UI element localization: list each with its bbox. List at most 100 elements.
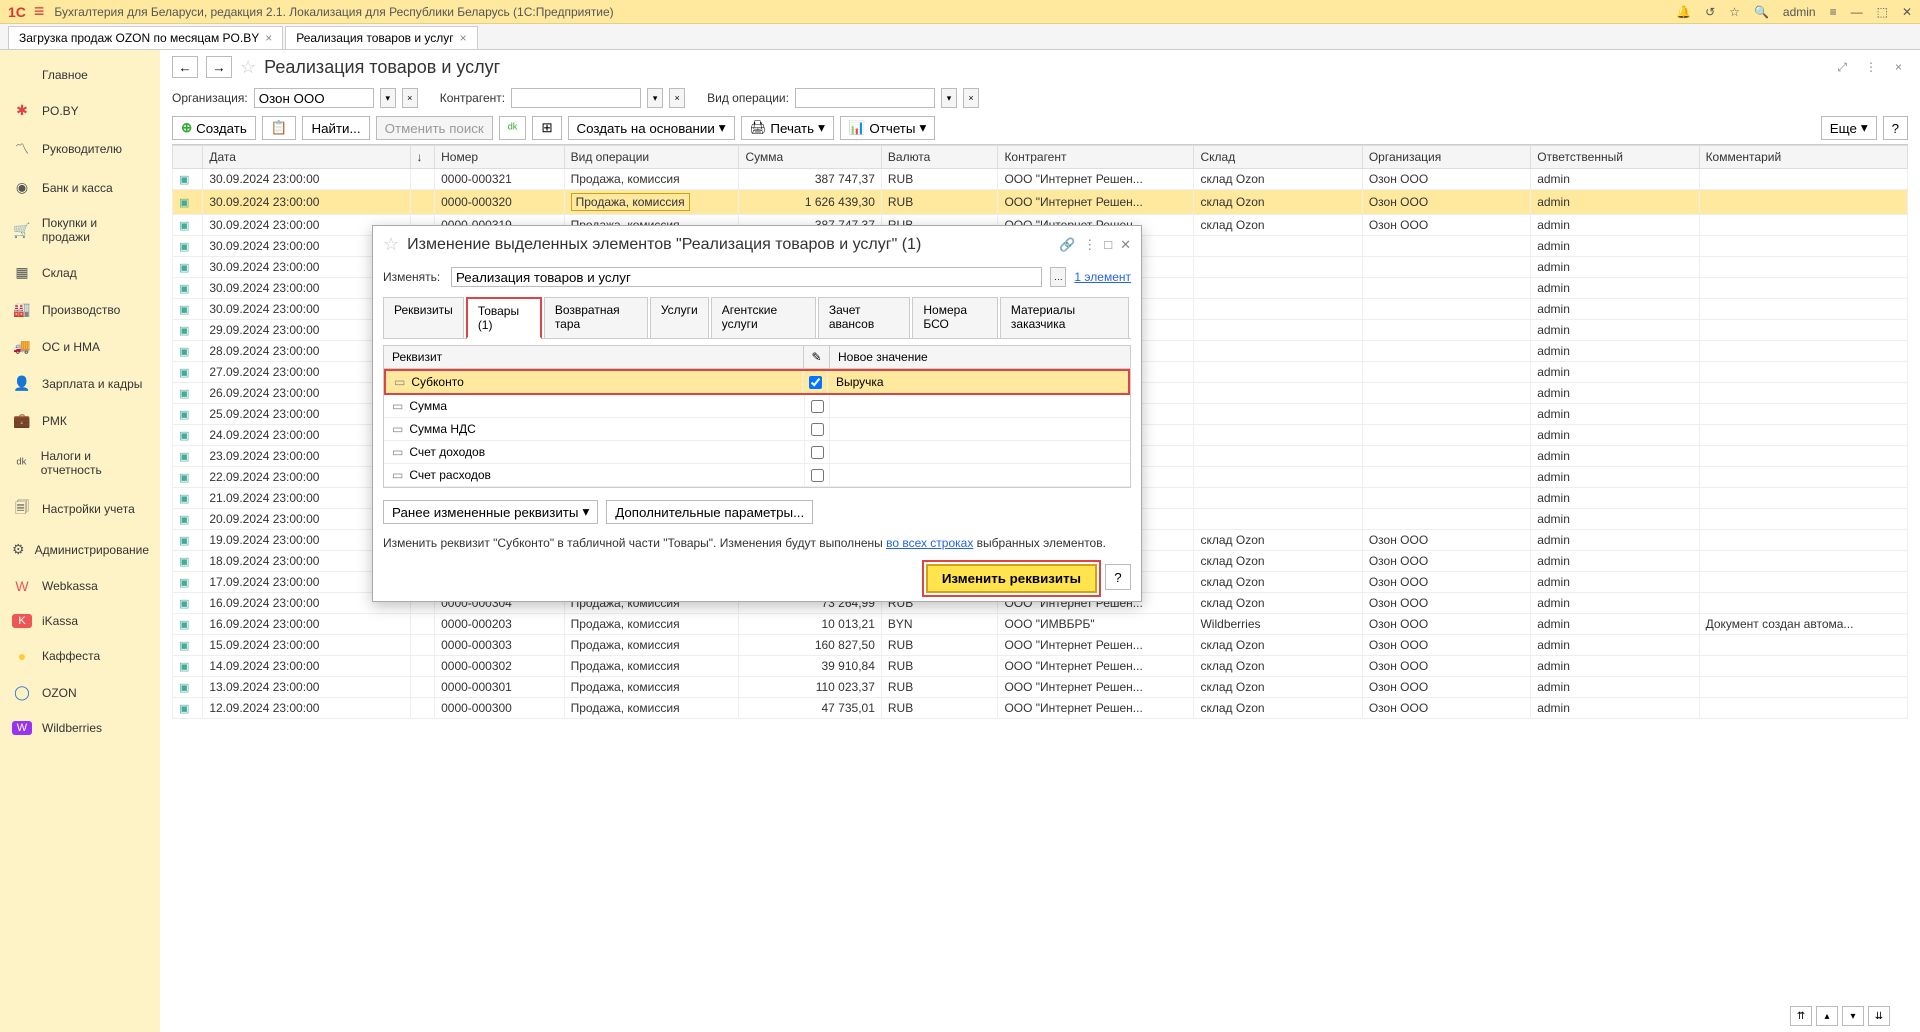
kontr-clear-icon[interactable]: × [669, 88, 685, 108]
nav-up-icon[interactable]: ▴ [1816, 1006, 1838, 1026]
kontr-dropdown-icon[interactable]: ▾ [647, 88, 663, 108]
dialog-star-icon[interactable]: ☆ [383, 234, 399, 255]
sidebar-item[interactable]: Главное [0, 58, 160, 92]
sidebar-item[interactable]: WWildberries [0, 711, 160, 745]
sidebar-item[interactable]: ▦Склад [0, 254, 160, 291]
main-menu-icon[interactable]: ≡ [34, 1, 45, 22]
more-button[interactable]: Еще ▾ [1821, 116, 1877, 140]
maximize-icon[interactable]: □ [1104, 237, 1112, 252]
prop-row[interactable]: ▭Субконто Выручка [384, 369, 1130, 395]
prop-row[interactable]: ▭Счет расходов [384, 464, 1130, 487]
close-icon[interactable]: ✕ [1120, 237, 1131, 253]
sidebar-item[interactable]: 🏭Производство [0, 291, 160, 328]
sidebar-item[interactable]: ◉Банк и касса [0, 169, 160, 206]
dialog-tab[interactable]: Агентские услуги [711, 297, 816, 338]
table-header[interactable] [173, 146, 203, 169]
kebab-icon[interactable]: ⋮ [1865, 60, 1877, 74]
link-icon[interactable]: 🔗 [1059, 237, 1075, 253]
prop-value[interactable] [830, 441, 1130, 463]
all-rows-link[interactable]: во всех строках [886, 536, 973, 550]
prop-value[interactable] [830, 418, 1130, 440]
sidebar-item[interactable]: ᵈᵏНалоги и отчетность [0, 439, 160, 487]
star-icon[interactable]: ☆ [1729, 5, 1740, 19]
dialog-tab[interactable]: Материалы заказчика [1000, 297, 1129, 338]
tab-close-icon[interactable]: × [265, 31, 272, 45]
prop-checkbox[interactable] [811, 423, 824, 436]
maximize-icon[interactable]: ⬚ [1877, 5, 1888, 19]
table-row[interactable]: ▣ 16.09.2024 23:00:00 0000-000203 Продаж… [173, 614, 1908, 635]
table-header[interactable]: Сумма [739, 146, 881, 169]
minimize-icon[interactable]: — [1851, 5, 1863, 19]
close-page-icon[interactable]: × [1895, 60, 1902, 74]
dialog-help-button[interactable]: ? [1105, 564, 1131, 590]
user-label[interactable]: admin [1783, 5, 1816, 19]
create-button[interactable]: ⊕Создать [172, 116, 256, 140]
prop-row[interactable]: ▭Сумма НДС [384, 418, 1130, 441]
prop-row[interactable]: ▭Сумма [384, 395, 1130, 418]
dialog-tab[interactable]: Зачет авансов [818, 297, 911, 338]
op-input[interactable] [795, 88, 935, 108]
table-row[interactable]: ▣ 30.09.2024 23:00:00 0000-000321 Продаж… [173, 169, 1908, 190]
history-icon[interactable]: ↺ [1705, 5, 1715, 19]
table-row[interactable]: ▣ 15.09.2024 23:00:00 0000-000303 Продаж… [173, 635, 1908, 656]
prop-value[interactable]: Выручка [828, 371, 1128, 393]
kebab-icon[interactable]: ⋮ [1083, 237, 1096, 253]
sidebar-item[interactable]: ●Каффеста [0, 638, 160, 674]
nav-back-button[interactable]: ← [172, 56, 198, 78]
org-clear-icon[interactable]: × [402, 88, 418, 108]
table-header[interactable]: Ответственный [1531, 146, 1699, 169]
link-icon[interactable]: ⤢ [1837, 60, 1847, 75]
dk-button[interactable]: ᵈᵏ [499, 116, 527, 140]
prev-changed-button[interactable]: Ранее измененные реквизиты ▾ [383, 500, 598, 524]
sidebar-item[interactable]: 🗐Настройки учета [0, 487, 160, 531]
nav-down-icon[interactable]: ▾ [1842, 1006, 1864, 1026]
sidebar-item[interactable]: ✱PO.BY [0, 92, 160, 129]
table-header[interactable]: Валюта [881, 146, 998, 169]
sidebar-item[interactable]: 🛒Покупки и продажи [0, 206, 160, 254]
dialog-tab[interactable]: Номера БСО [912, 297, 998, 338]
extra-params-button[interactable]: Дополнительные параметры... [606, 500, 813, 524]
bell-icon[interactable]: 🔔 [1676, 5, 1691, 19]
dialog-tab[interactable]: Возвратная тара [544, 297, 648, 338]
sidebar-item[interactable]: 💼РМК [0, 402, 160, 439]
create-based-button[interactable]: Создать на основании ▾ [568, 116, 735, 140]
help-button[interactable]: ? [1883, 116, 1908, 140]
sidebar-item[interactable]: KiKassa [0, 604, 160, 638]
reports-button[interactable]: 📊 Отчеты ▾ [840, 116, 935, 140]
prop-checkbox[interactable] [811, 446, 824, 459]
table-header[interactable]: Организация [1362, 146, 1530, 169]
prop-value[interactable] [830, 395, 1130, 417]
copy-button[interactable]: 📋 [262, 116, 297, 140]
find-button[interactable]: Найти... [302, 116, 369, 140]
print-button[interactable]: 🖨 Печать ▾ [741, 116, 834, 140]
table-header[interactable]: Дата [203, 146, 410, 169]
sidebar-item[interactable]: ◯OZON [0, 674, 160, 711]
dialog-tab[interactable]: Услуги [650, 297, 709, 338]
org-dropdown-icon[interactable]: ▾ [380, 88, 396, 108]
op-dropdown-icon[interactable]: ▾ [941, 88, 957, 108]
table-row[interactable]: ▣ 30.09.2024 23:00:00 0000-000320 Продаж… [173, 190, 1908, 215]
sidebar-item[interactable]: ⚙Администрирование [0, 531, 160, 568]
tab-close-icon[interactable]: × [460, 31, 467, 45]
favorite-star-icon[interactable]: ☆ [240, 57, 256, 78]
dialog-tab[interactable]: Реквизиты [383, 297, 464, 338]
table-row[interactable]: ▣ 12.09.2024 23:00:00 0000-000300 Продаж… [173, 698, 1908, 719]
tab-ozon-load[interactable]: Загрузка продаж OZON по месяцам PO.BY × [8, 26, 283, 49]
sidebar-item[interactable]: 👤Зарплата и кадры [0, 365, 160, 402]
elements-link[interactable]: 1 элемент [1074, 270, 1131, 284]
search-icon[interactable]: 🔍 [1754, 5, 1769, 19]
table-header[interactable]: Комментарий [1699, 146, 1907, 169]
prop-checkbox[interactable] [811, 400, 824, 413]
kontr-input[interactable] [511, 88, 641, 108]
close-icon[interactable]: ✕ [1902, 5, 1912, 19]
nav-last-icon[interactable]: ⇊ [1868, 1006, 1890, 1026]
prop-value[interactable] [830, 464, 1130, 486]
prop-checkbox[interactable] [809, 376, 822, 389]
table-header[interactable]: Склад [1194, 146, 1362, 169]
table-header[interactable]: Вид операции [564, 146, 739, 169]
nav-first-icon[interactable]: ⇈ [1790, 1006, 1812, 1026]
sidebar-item[interactable]: 🚚ОС и НМА [0, 328, 160, 365]
op-clear-icon[interactable]: × [963, 88, 979, 108]
settings-icon[interactable]: ≡ [1830, 5, 1837, 19]
change-input[interactable] [451, 267, 1042, 287]
